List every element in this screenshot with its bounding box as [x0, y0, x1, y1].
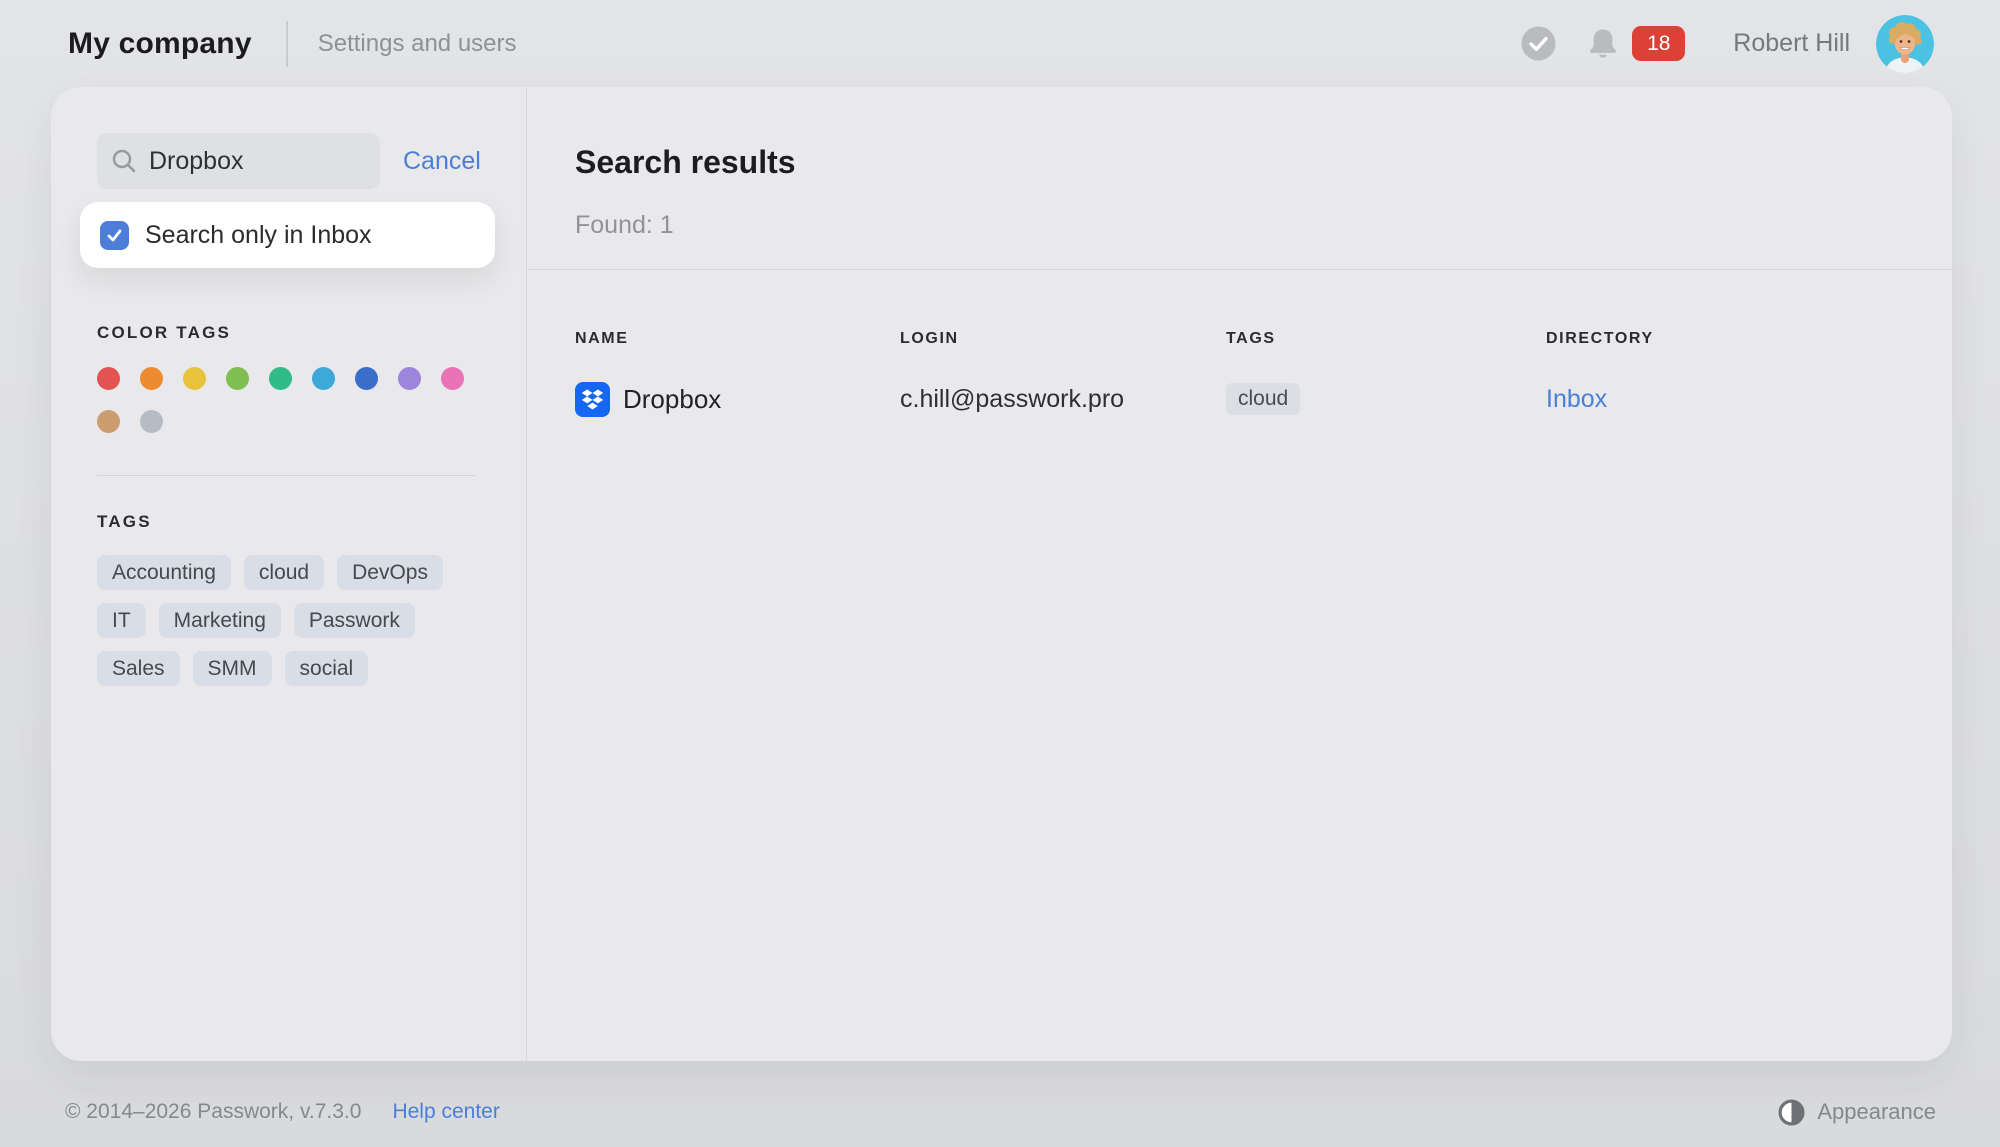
copyright-text: © 2014–2026 Passwork, v.7.3.0	[65, 1100, 361, 1124]
dropbox-icon	[575, 382, 610, 417]
tag-chip[interactable]: DevOps	[337, 555, 443, 590]
results-divider	[528, 269, 1952, 270]
top-header: My company Settings and users 18 Robert …	[0, 0, 2000, 87]
search-box[interactable]	[97, 133, 380, 189]
inbox-checkbox-label: Search only in Inbox	[145, 221, 372, 250]
tags-title: TAGS	[97, 512, 152, 532]
header-divider	[286, 21, 288, 67]
color-tag-dot[interactable]	[269, 367, 292, 390]
column-header-name: NAME	[575, 330, 900, 348]
result-login: c.hill@passwork.pro	[900, 385, 1226, 414]
found-count: Found: 1	[575, 211, 674, 240]
color-tag-dot[interactable]	[183, 367, 206, 390]
tag-chip[interactable]: social	[285, 651, 369, 686]
color-dots	[97, 367, 482, 433]
tag-chip[interactable]: IT	[97, 603, 146, 638]
sidebar-divider	[97, 475, 475, 476]
bell-icon[interactable]	[1586, 26, 1620, 62]
tag-chip[interactable]: Passwork	[294, 603, 415, 638]
tag-chip[interactable]: Sales	[97, 651, 180, 686]
user-name[interactable]: Robert Hill	[1733, 29, 1850, 58]
color-tag-dot[interactable]	[140, 410, 163, 433]
color-tag-dot[interactable]	[140, 367, 163, 390]
cancel-search-button[interactable]: Cancel	[403, 147, 481, 176]
result-name: Dropbox	[623, 384, 721, 415]
color-tag-dot[interactable]	[355, 367, 378, 390]
column-header-directory: DIRECTORY	[1546, 330, 1905, 348]
main-panel: Cancel Search only in Inbox COLOR TAGS T…	[51, 87, 1952, 1061]
results-table-header: NAME LOGIN TAGS DIRECTORY	[575, 330, 1905, 348]
color-tags-title: COLOR TAGS	[97, 323, 231, 343]
header-right-group: 18 Robert Hill	[1521, 0, 2000, 87]
result-directory-cell: Inbox	[1546, 385, 1905, 414]
color-tag-dot[interactable]	[97, 410, 120, 433]
search-only-inbox-option[interactable]: Search only in Inbox	[80, 202, 495, 268]
tag-chip[interactable]: SMM	[193, 651, 272, 686]
result-tag-cloud[interactable]: cloud	[1226, 383, 1300, 415]
column-header-login: LOGIN	[900, 330, 1226, 348]
color-tag-dot[interactable]	[312, 367, 335, 390]
tag-chip[interactable]: Accounting	[97, 555, 231, 590]
tag-chip[interactable]: cloud	[244, 555, 324, 590]
result-directory-link[interactable]: Inbox	[1546, 385, 1607, 413]
color-tag-dot[interactable]	[398, 367, 421, 390]
tag-chip[interactable]: Marketing	[159, 603, 281, 638]
notifications-badge[interactable]: 18	[1632, 26, 1685, 61]
user-avatar[interactable]	[1876, 15, 1934, 73]
result-name-cell: Dropbox	[575, 382, 900, 417]
tag-chips: Accounting cloud DevOps IT Marketing Passwork…	[97, 555, 482, 686]
appearance-toggle[interactable]: Appearance	[1778, 1087, 1936, 1137]
result-tags-cell: cloud	[1226, 383, 1546, 415]
inbox-checkbox[interactable]	[100, 221, 129, 250]
appearance-contrast-icon	[1778, 1099, 1805, 1126]
nav-settings-and-users[interactable]: Settings and users	[318, 30, 517, 58]
column-header-tags: TAGS	[1226, 330, 1546, 348]
search-icon	[111, 148, 137, 174]
color-tag-dot[interactable]	[226, 367, 249, 390]
appearance-label: Appearance	[1817, 1099, 1936, 1125]
company-title: My company	[68, 27, 252, 61]
check-circle-icon[interactable]	[1521, 26, 1556, 61]
search-row: Cancel	[97, 133, 492, 189]
color-tag-dot[interactable]	[441, 367, 464, 390]
help-center-link[interactable]: Help center	[392, 1100, 499, 1124]
search-input[interactable]	[149, 147, 369, 176]
color-tag-dot[interactable]	[97, 367, 120, 390]
result-row-dropbox[interactable]: Dropbox c.hill@passwork.pro cloud Inbox	[575, 373, 1905, 425]
search-sidebar: Cancel Search only in Inbox COLOR TAGS T…	[51, 87, 527, 1061]
results-area: Search results Found: 1 NAME LOGIN TAGS …	[528, 87, 1952, 1061]
results-title: Search results	[575, 144, 796, 181]
page-footer: © 2014–2026 Passwork, v.7.3.0 Help cente…	[0, 1087, 2000, 1137]
